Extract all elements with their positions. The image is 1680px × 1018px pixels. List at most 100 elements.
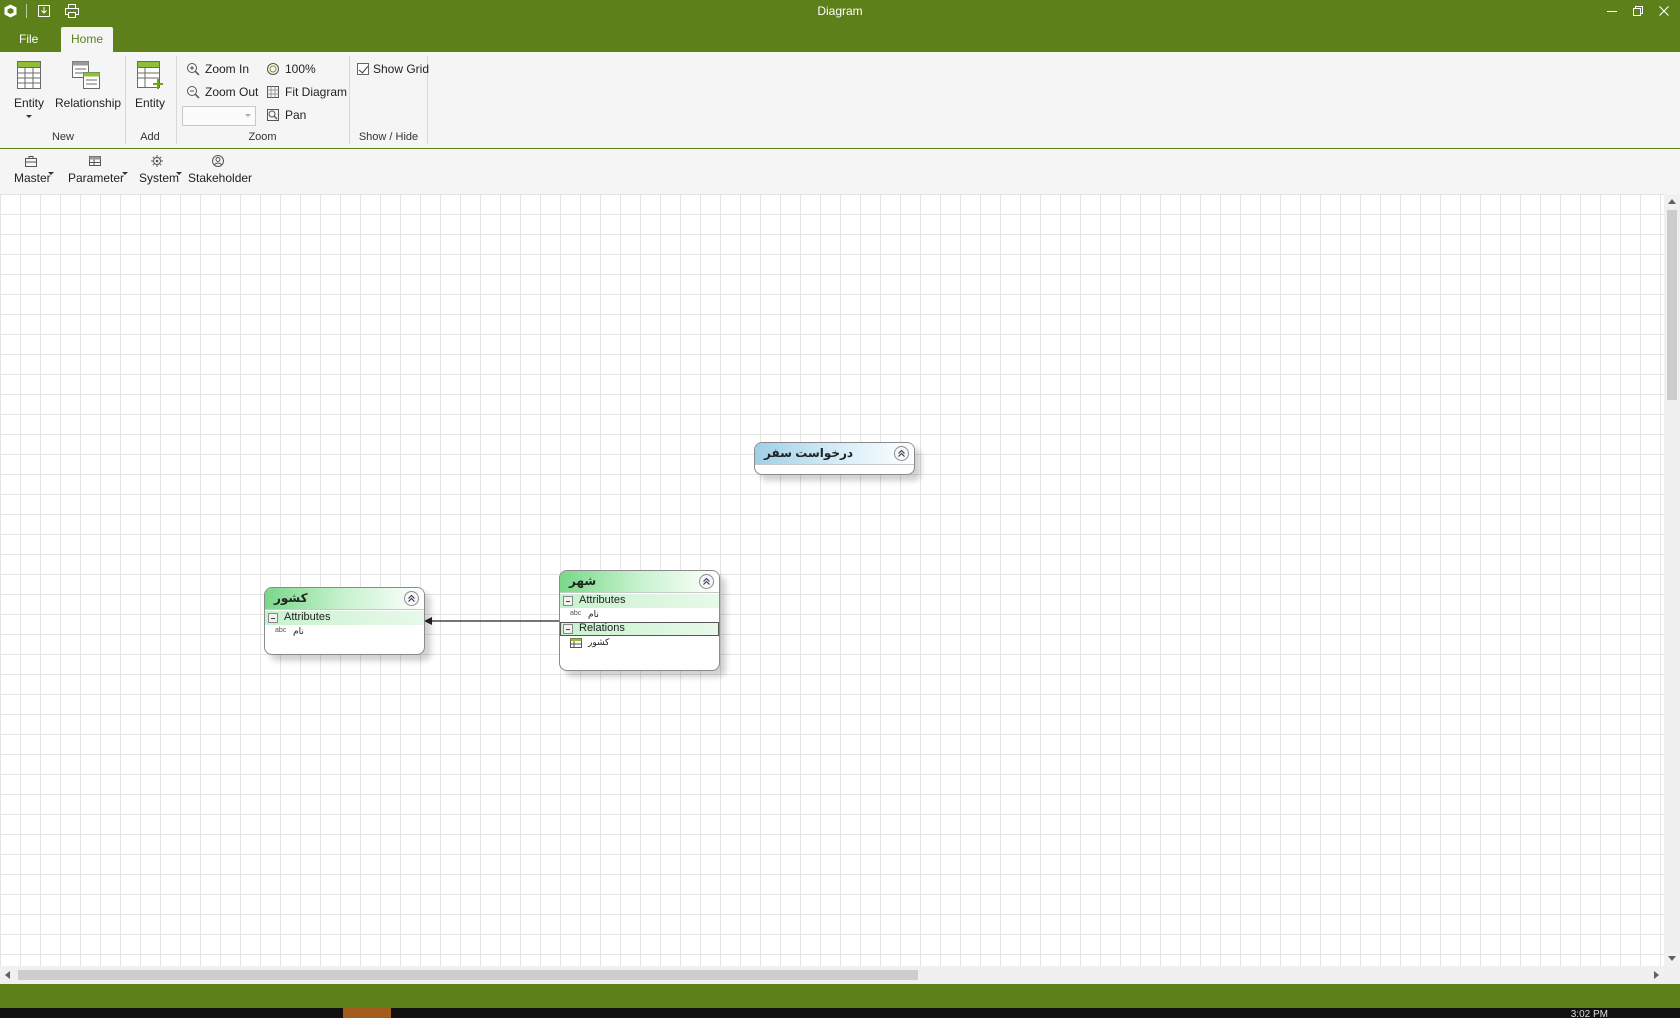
add-entity-icon [137,61,163,89]
zoom-out-button[interactable]: Zoom Out [186,83,258,101]
fit-diagram-label: Fit Diagram [285,85,348,99]
diagram-canvas[interactable]: کشور Attributes abc نام شهر Attributes a… [0,194,1664,966]
stakeholder-button[interactable]: Stakeholder [188,154,252,185]
new-relationship-button[interactable]: Relationship [55,60,122,110]
entity-country[interactable]: کشور Attributes abc نام [264,587,425,655]
attributes-section[interactable]: Attributes [560,594,719,608]
zoom-100-label: 100% [285,62,316,76]
window-title: Diagram [817,4,863,18]
entity-title: درخواست سفر [764,446,854,460]
restore-button[interactable] [1628,2,1648,20]
minimize-button[interactable] [1602,2,1622,20]
system-button[interactable]: System [139,154,182,185]
new-entity-label: Entity [13,96,44,110]
entity-travel-request[interactable]: درخواست سفر [754,442,915,475]
chevron-down-icon [26,115,32,118]
group-label-add: Add [140,131,160,143]
zoom-out-icon [187,86,200,99]
close-button[interactable] [1654,2,1674,20]
relation-table-icon [570,638,582,648]
tab-home[interactable]: Home [61,27,114,52]
chevron-down-icon [48,172,54,175]
relationship-icon [72,61,100,89]
horizontal-scroll-thumb[interactable] [18,970,918,980]
attribute-item[interactable]: abc نام [560,608,719,622]
chevron-down-icon [122,172,128,175]
zoom-in-icon [187,63,200,76]
show-grid-label: Show Grid [373,62,430,76]
text-attribute-icon: abc [275,627,287,634]
collapse-button[interactable] [699,574,714,589]
zoom-in-label: Zoom In [205,62,250,76]
entity-table-icon [17,61,41,89]
stakeholder-icon [212,155,224,167]
chevron-down-icon [176,172,182,175]
section-label: Relations [579,622,625,634]
pan-icon [267,109,279,121]
title-bar: Diagram [0,0,1680,22]
chevron-down-icon [245,114,251,117]
attribute-item[interactable]: abc نام [265,625,424,639]
attribute-name: نام [293,626,304,636]
group-label-show-hide: Show / Hide [358,131,419,143]
minimize-icon [1607,11,1617,12]
entity-header: درخواست سفر [755,443,914,465]
vertical-scrollbar[interactable] [1664,194,1680,966]
fit-diagram-button[interactable]: Fit Diagram [266,83,347,101]
group-label-new: New [51,131,74,143]
relationship-connector[interactable] [0,194,1664,966]
scroll-up-icon[interactable] [1668,199,1676,204]
scrollbar-corner [1664,966,1680,984]
text-attribute-icon: abc [570,610,582,617]
parameter-table-icon [89,156,101,166]
briefcase-icon [25,156,37,167]
entity-header: شهر [560,571,719,593]
taskbar: 3:02 PM [0,1008,1680,1018]
zoom-level-combo[interactable] [182,106,256,126]
entity-title: شهر [569,574,597,588]
collapse-button[interactable] [404,591,419,606]
minus-icon[interactable] [563,624,573,634]
entity-type-toolbar: Master Parameter System Stakeholder [0,150,1680,194]
vertical-scroll-thumb[interactable] [1667,210,1677,400]
scroll-right-icon[interactable] [1654,971,1659,979]
attributes-section[interactable]: Attributes [265,611,424,625]
new-relationship-label: Relationship [55,96,122,110]
double-chevron-up-icon [408,594,415,602]
collapse-button[interactable] [894,446,909,461]
scroll-left-icon[interactable] [5,971,10,979]
double-chevron-up-icon [703,577,710,585]
minus-icon[interactable] [268,613,278,623]
minus-icon[interactable] [563,596,573,606]
entity-city[interactable]: شهر Attributes abc نام Relations کشور [559,570,720,671]
zoom-in-button[interactable]: Zoom In [186,60,249,78]
double-chevron-up-icon [898,449,905,457]
zoom-100-button[interactable]: 100% [266,60,316,78]
gear-icon [151,155,163,167]
tab-file[interactable]: File [9,27,48,52]
master-button[interactable]: Master [14,154,54,185]
restore-icon [1633,6,1643,16]
scroll-down-icon[interactable] [1668,956,1676,961]
section-label: Attributes [284,611,331,623]
new-entity-button[interactable]: Entity [12,60,46,118]
pan-button[interactable]: Pan [266,106,306,124]
horizontal-scrollbar[interactable] [0,966,1664,984]
master-label: Master [14,171,51,185]
relation-item[interactable]: کشور [560,636,719,650]
ribbon-tabs: File Home [0,22,1680,52]
parameter-button[interactable]: Parameter [68,154,128,185]
zoom-100-icon [267,63,279,75]
entity-header: کشور [265,588,424,610]
pan-label: Pan [285,108,307,122]
system-label: System [139,171,180,185]
close-icon [1659,6,1669,16]
show-grid-checkbox[interactable]: Show Grid [357,62,429,76]
taskbar-app-button[interactable] [343,1008,391,1018]
taskbar-clock: 3:02 PM [1570,1009,1608,1018]
stakeholder-label: Stakeholder [188,171,253,185]
relations-section[interactable]: Relations [560,622,719,636]
add-entity-button[interactable]: Entity [132,60,168,110]
attribute-name: نام [588,609,599,619]
fit-diagram-icon [267,86,279,98]
